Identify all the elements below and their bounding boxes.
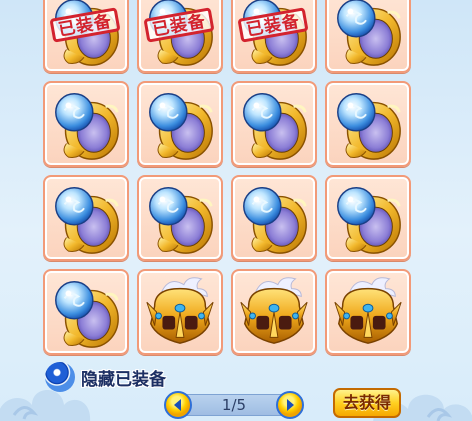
page-indicator-bar: 1/5 [182,394,286,416]
inventory-slot[interactable] [231,269,317,355]
ring-icon [149,187,213,254]
inventory-slot[interactable] [325,269,411,355]
inventory-slot[interactable] [231,175,317,261]
ring-icon [55,281,119,348]
ring-icon [55,93,119,160]
go-get-button[interactable]: 去获得 [333,388,401,418]
next-page-button[interactable] [276,391,304,419]
ring-icon [243,93,307,160]
inventory-slot[interactable] [43,81,129,167]
inventory-grid: 已装备 已装备 已装备 [43,0,411,355]
inventory-slot[interactable] [325,175,411,261]
ring-icon [337,0,401,66]
inventory-slot[interactable] [137,269,223,355]
hide-equipped-radio[interactable] [45,362,75,392]
inventory-slot[interactable] [43,175,129,261]
ring-icon [337,93,401,160]
ring-icon [149,93,213,160]
prev-page-button[interactable] [164,391,192,419]
arrow-left-icon [174,399,181,411]
arrow-right-icon [287,399,294,411]
hide-equipped-label: 隐藏已装备 [81,369,166,390]
inventory-slot[interactable] [137,175,223,261]
ring-icon [55,187,119,254]
inventory-slot[interactable] [231,81,317,167]
page-indicator: 1/5 [221,396,247,414]
inventory-slot[interactable] [43,269,129,355]
inventory-panel: 已装备 已装备 已装备 隐藏已装备 1/5 去获得 [0,0,472,421]
inventory-slot[interactable]: 已装备 [231,0,317,73]
helmet-icon [334,277,402,344]
inventory-slot[interactable]: 已装备 [137,0,223,73]
ring-icon [337,187,401,254]
ring-icon [243,187,307,254]
inventory-slot[interactable] [325,0,411,73]
helmet-icon [146,277,214,344]
hide-equipped-toggle[interactable]: 隐藏已装备 [45,362,166,392]
inventory-slot[interactable] [325,81,411,167]
helmet-icon [240,277,308,344]
pagination: 1/5 [164,391,304,419]
inventory-slot[interactable] [137,81,223,167]
inventory-slot[interactable]: 已装备 [43,0,129,73]
